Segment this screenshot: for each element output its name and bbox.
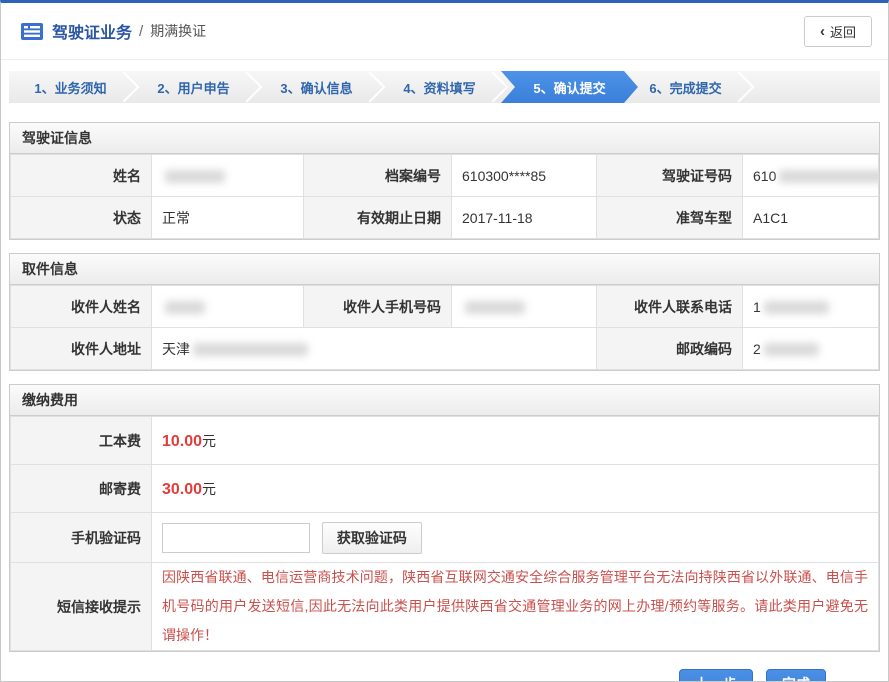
postage-fee-value: 30.00元: [152, 465, 879, 513]
redacted-value: [764, 301, 829, 314]
status-label: 状态: [11, 197, 152, 239]
table-row: 姓名 档案编号 610300****85 驾驶证号码 610: [11, 155, 879, 197]
tab-step-4[interactable]: 4、资料填写: [378, 71, 501, 103]
license-no-value: 610: [743, 155, 879, 197]
title-separator: /: [139, 23, 143, 40]
fees-title: 缴纳费用: [10, 385, 879, 416]
recipient-phone-label: 收件人联系电话: [597, 286, 743, 328]
fees-table: 工本费 10.00元 邮寄费 30.00元 手机验证码 获取验证码 短信接收提: [10, 416, 879, 651]
postal-code-label: 邮政编码: [597, 328, 743, 370]
pickup-info-title: 取件信息: [10, 254, 879, 285]
tab-step-1[interactable]: 1、业务须知: [9, 71, 132, 103]
sms-code-input[interactable]: [162, 523, 310, 553]
form-list-icon: [21, 23, 43, 40]
status-value: 正常: [152, 197, 304, 239]
recipient-name-value: [152, 286, 304, 328]
redacted-value: [764, 343, 819, 356]
pickup-info-section: 取件信息 收件人姓名 收件人手机号码 收件人联系电话 1 收件人地址 天津 邮政…: [9, 253, 880, 371]
expiry-value: 2017-11-18: [452, 197, 597, 239]
page-header: 驾驶证业务 / 期满换证 ‹ 返回: [1, 3, 888, 60]
recipient-phone-value: 1: [743, 286, 879, 328]
recipient-mobile-value: [452, 286, 597, 328]
recipient-address-label: 收件人地址: [11, 328, 152, 370]
postage-fee-label: 邮寄费: [11, 465, 152, 513]
file-no-value: 610300****85: [452, 155, 597, 197]
postage-fee-amount: 30.00: [162, 481, 202, 498]
sms-notice-text: 因陕西省联通、电信运营商技术问题，陕西省互联网交通安全综合服务管理平台无法向持陕…: [162, 563, 868, 650]
tab-step-2[interactable]: 2、用户申告: [132, 71, 255, 103]
table-row: 收件人姓名 收件人手机号码 收件人联系电话 1: [11, 286, 879, 328]
get-sms-code-button[interactable]: 获取验证码: [322, 522, 422, 554]
name-label: 姓名: [11, 155, 152, 197]
sms-code-label: 手机验证码: [11, 513, 152, 563]
pickup-info-table: 收件人姓名 收件人手机号码 收件人联系电话 1 收件人地址 天津 邮政编码 2: [10, 285, 879, 370]
recipient-mobile-label: 收件人手机号码: [304, 286, 452, 328]
production-fee-unit: 元: [202, 433, 216, 449]
redacted-value: [465, 301, 525, 314]
redacted-value: [779, 170, 878, 183]
vehicle-class-value: A1C1: [743, 197, 879, 239]
finish-button[interactable]: 完成: [766, 669, 826, 682]
table-row: 状态 正常 有效期止日期 2017-11-18 准驾车型 A1C1: [11, 197, 879, 239]
file-no-label: 档案编号: [304, 155, 452, 197]
production-fee-value: 10.00元: [152, 417, 879, 465]
table-row: 邮寄费 30.00元: [11, 465, 879, 513]
recipient-name-label: 收件人姓名: [11, 286, 152, 328]
redacted-value: [193, 343, 308, 356]
sms-notice-cell: 因陕西省联通、电信运营商技术问题，陕西省互联网交通安全综合服务管理平台无法向持陕…: [152, 563, 879, 651]
table-row: 手机验证码 获取验证码: [11, 513, 879, 563]
tab-step-6[interactable]: 6、完成提交: [624, 71, 747, 103]
recipient-address-value: 天津: [152, 328, 597, 370]
expiry-label: 有效期止日期: [304, 197, 452, 239]
license-no-label: 驾驶证号码: [597, 155, 743, 197]
page-title: 驾驶证业务: [52, 19, 132, 43]
tab-step-4-label: 4、资料填写: [403, 78, 475, 97]
license-info-table: 姓名 档案编号 610300****85 驾驶证号码 610 状态 正常 有效期…: [10, 154, 879, 239]
sms-code-cell: 获取验证码: [152, 513, 879, 563]
fees-section: 缴纳费用 工本费 10.00元 邮寄费 30.00元 手机验证码 获取验证码: [9, 384, 880, 652]
table-row: 工本费 10.00元: [11, 417, 879, 465]
tab-step-5-label: 5、确认提交: [533, 78, 605, 97]
page-subtitle: 期满换证: [150, 21, 206, 41]
tab-step-1-label: 1、业务须知: [34, 78, 106, 97]
vehicle-class-label: 准驾车型: [597, 197, 743, 239]
production-fee-amount: 10.00: [162, 433, 202, 450]
previous-step-button[interactable]: 上一步: [679, 669, 753, 682]
back-button-label: 返回: [830, 22, 856, 41]
driver-license-renewal-page: 驾驶证业务 / 期满换证 ‹ 返回 1、业务须知 2、用户申告 3、确认信息 4…: [0, 0, 889, 682]
license-info-title: 驾驶证信息: [10, 123, 879, 154]
name-value: [152, 155, 304, 197]
redacted-value: [165, 301, 205, 314]
tab-step-3-label: 3、确认信息: [280, 78, 352, 97]
postal-code-value: 2: [743, 328, 879, 370]
table-row: 短信接收提示 因陕西省联通、电信运营商技术问题，陕西省互联网交通安全综合服务管理…: [11, 563, 879, 651]
step-tabs: 1、业务须知 2、用户申告 3、确认信息 4、资料填写 5、确认提交 6、完成提…: [9, 71, 880, 103]
back-chevron-icon: ‹: [820, 24, 825, 39]
production-fee-label: 工本费: [11, 417, 152, 465]
redacted-value: [165, 170, 225, 183]
tab-step-3[interactable]: 3、确认信息: [255, 71, 378, 103]
tab-step-5[interactable]: 5、确认提交: [501, 71, 638, 103]
license-info-section: 驾驶证信息 姓名 档案编号 610300****85 驾驶证号码 610 状态 …: [9, 122, 880, 240]
tab-step-2-label: 2、用户申告: [157, 78, 229, 97]
sms-notice-label: 短信接收提示: [11, 563, 152, 651]
footer-actions: 上一步 完成: [1, 669, 888, 682]
back-button[interactable]: ‹ 返回: [804, 16, 872, 47]
table-row: 收件人地址 天津 邮政编码 2: [11, 328, 879, 370]
tab-step-6-label: 6、完成提交: [649, 78, 721, 97]
postage-fee-unit: 元: [202, 481, 216, 497]
